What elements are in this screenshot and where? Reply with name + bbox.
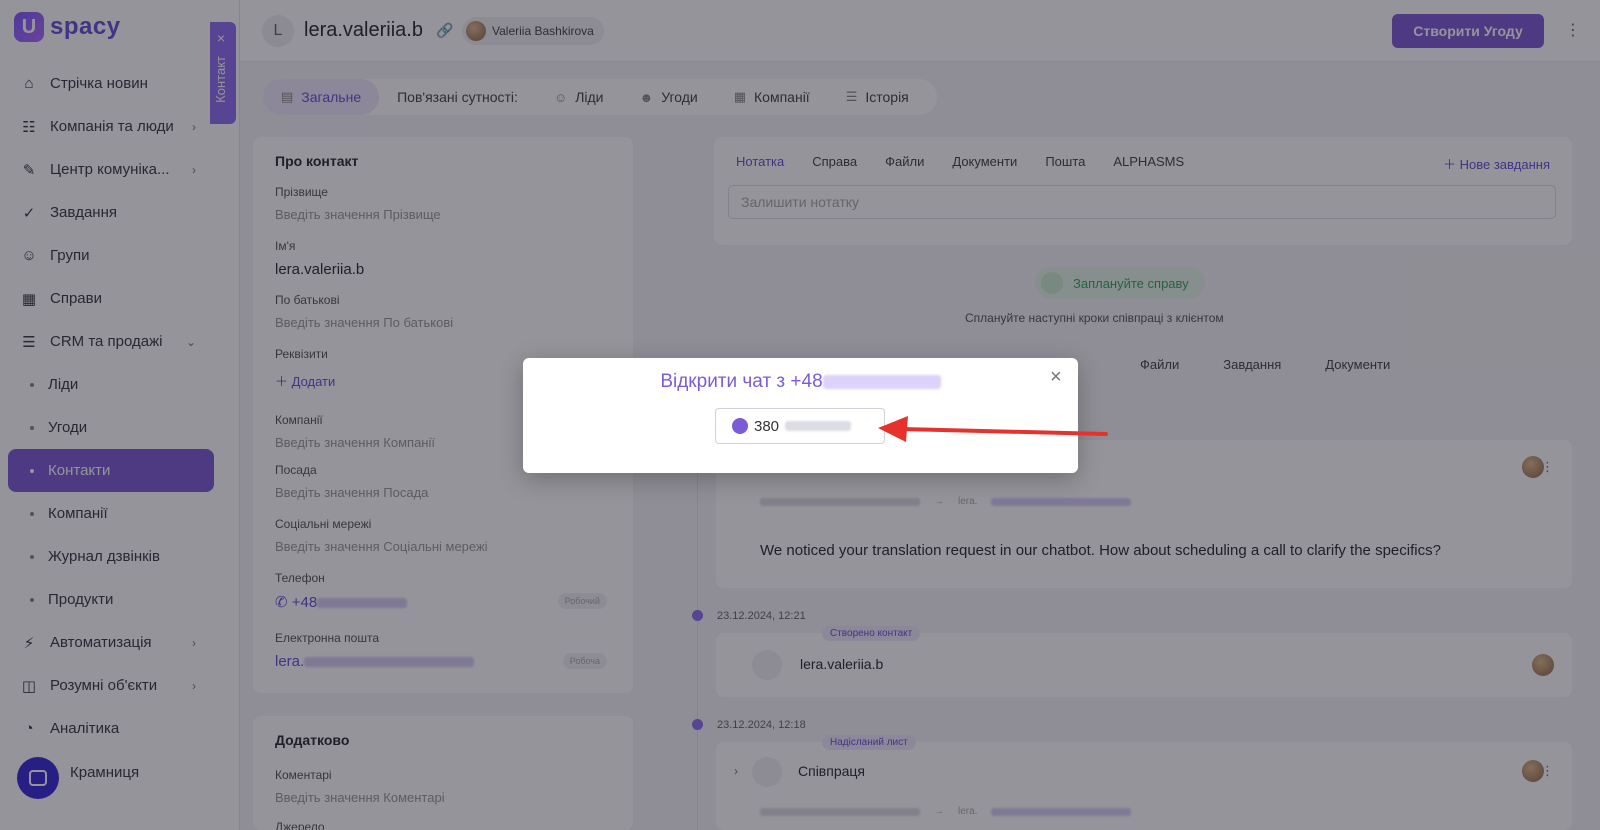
redacted-text bbox=[785, 421, 852, 431]
viber-phone-option[interactable]: 380 bbox=[715, 408, 885, 444]
modal-title-text: Відкрити чат з +48 bbox=[660, 371, 823, 392]
phone-number: 380 bbox=[754, 417, 780, 435]
modal-title: Відкрити чат з +48 bbox=[523, 371, 1078, 393]
annotation-arrow bbox=[878, 416, 1108, 442]
close-icon[interactable]: × bbox=[1050, 366, 1062, 389]
viber-icon bbox=[732, 418, 748, 434]
redacted-text bbox=[822, 374, 941, 389]
